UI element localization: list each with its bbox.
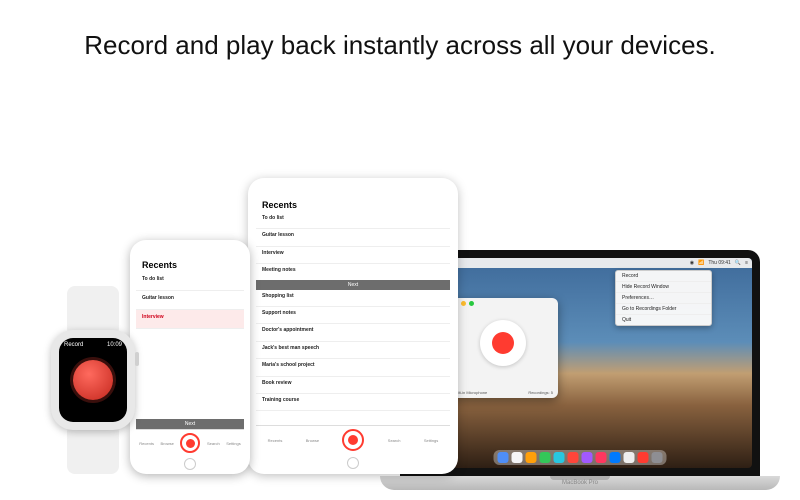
mac-dock[interactable] (494, 450, 667, 465)
ipad-screen: Recents To do list Guitar lesson Intervi… (256, 196, 450, 454)
menubar-search-icon[interactable]: 🔍 (735, 260, 741, 266)
ipad-list[interactable]: To do list Guitar lesson Interview Meeti… (256, 212, 450, 280)
tab-search[interactable]: Search (388, 438, 401, 443)
ipad-home-button[interactable] (347, 457, 359, 469)
dock-app-icon[interactable] (596, 452, 607, 463)
ipad: Recents To do list Guitar lesson Intervi… (248, 178, 458, 474)
ipad-tabbar: Recents Browse Search Settings (256, 425, 450, 454)
watch-title: Record (64, 342, 83, 348)
dock-app-icon[interactable] (638, 452, 649, 463)
popup-item-preferences[interactable]: Preferences… (616, 293, 711, 304)
ipad-playbar[interactable]: Next (256, 280, 450, 290)
list-item[interactable]: Doctor's appointment (256, 324, 450, 341)
iphone: Recents To do list Guitar lesson Intervi… (130, 240, 250, 474)
dock-app-icon[interactable] (624, 452, 635, 463)
dock-app-icon[interactable] (568, 452, 579, 463)
menubar-wifi-icon[interactable]: 📶 (698, 260, 704, 266)
menubar-popup: Record Hide Record Window Preferences… G… (615, 270, 712, 326)
mac-record-window: Built-in Microphone Recordings: 5 (448, 298, 558, 398)
record-button[interactable] (342, 429, 364, 451)
macbook-screen: ◉ 📶 Thu 09:41 🔍 ≡ Record Hide Record Win… (408, 258, 752, 468)
popup-item-hide[interactable]: Hide Record Window (616, 282, 711, 293)
iphone-header: Recents (136, 256, 244, 272)
dock-app-icon[interactable] (498, 452, 509, 463)
list-item[interactable]: Interview (256, 247, 450, 264)
iphone-playbar[interactable]: Next (136, 419, 244, 429)
recordings-count: Recordings: 5 (528, 390, 553, 395)
tab-recents[interactable]: Recents (268, 438, 283, 443)
ipad-header: Recents (256, 196, 450, 212)
iphone-tabbar: Recents Browse Search Settings (136, 429, 244, 456)
input-device-label: Built-in Microphone (453, 390, 487, 395)
watch-band-bottom (67, 424, 119, 474)
headline: Record and play back instantly across al… (0, 30, 800, 61)
device-stage: ◉ 📶 Thu 09:41 🔍 ≡ Record Hide Record Win… (0, 100, 800, 500)
macbook-label: MacBook Pro (380, 480, 780, 486)
watch-band-top (67, 286, 119, 336)
list-item[interactable]: Shopping list (256, 290, 450, 307)
dock-app-icon[interactable] (512, 452, 523, 463)
popup-item-folder[interactable]: Go to Recordings Folder (616, 304, 711, 315)
dock-app-icon[interactable] (526, 452, 537, 463)
menubar-record-icon[interactable]: ◉ (690, 260, 694, 266)
dock-app-icon[interactable] (582, 452, 593, 463)
tab-browse[interactable]: Browse (161, 441, 174, 446)
list-item[interactable]: Guitar lesson (136, 291, 244, 310)
record-button[interactable] (480, 320, 526, 366)
tab-browse[interactable]: Browse (306, 438, 319, 443)
list-item[interactable]: Interview (136, 310, 244, 329)
list-item[interactable]: To do list (256, 212, 450, 229)
iphone-screen: Recents To do list Guitar lesson Intervi… (136, 256, 244, 456)
tab-settings[interactable]: Settings (226, 441, 240, 446)
apple-watch: Record 10:09 (38, 286, 148, 474)
record-button[interactable] (180, 433, 200, 453)
watch-time: 10:09 (107, 342, 122, 348)
watch-screen: Record 10:09 (59, 338, 127, 422)
iphone-list[interactable]: To do list Guitar lesson Interview (136, 272, 244, 419)
popup-item-record[interactable]: Record (616, 271, 711, 282)
digital-crown[interactable] (135, 352, 139, 366)
ipad-list-continued[interactable]: Shopping list Support notes Doctor's app… (256, 290, 450, 425)
menubar-siri-icon[interactable]: ≡ (745, 260, 748, 266)
list-item[interactable]: Guitar lesson (256, 229, 450, 246)
dock-app-icon[interactable] (554, 452, 565, 463)
list-item[interactable]: Maria's school project (256, 359, 450, 376)
list-item[interactable]: Jack's best man speech (256, 342, 450, 359)
menubar-clock: Thu 09:41 (708, 260, 731, 266)
list-item[interactable]: Training course (256, 394, 450, 411)
tab-search[interactable]: Search (207, 441, 220, 446)
iphone-home-button[interactable] (184, 458, 196, 470)
dock-app-icon[interactable] (540, 452, 551, 463)
tab-settings[interactable]: Settings (424, 438, 438, 443)
record-button[interactable] (73, 360, 113, 400)
watch-case: Record 10:09 (51, 330, 135, 430)
list-item[interactable]: Meeting notes (256, 264, 450, 280)
dock-app-icon[interactable] (652, 452, 663, 463)
popup-item-quit[interactable]: Quit (616, 315, 711, 325)
list-item[interactable]: Support notes (256, 307, 450, 324)
list-item[interactable]: Book review (256, 377, 450, 394)
mac-menubar: ◉ 📶 Thu 09:41 🔍 ≡ (408, 258, 752, 268)
dock-app-icon[interactable] (610, 452, 621, 463)
list-item[interactable]: To do list (136, 272, 244, 291)
